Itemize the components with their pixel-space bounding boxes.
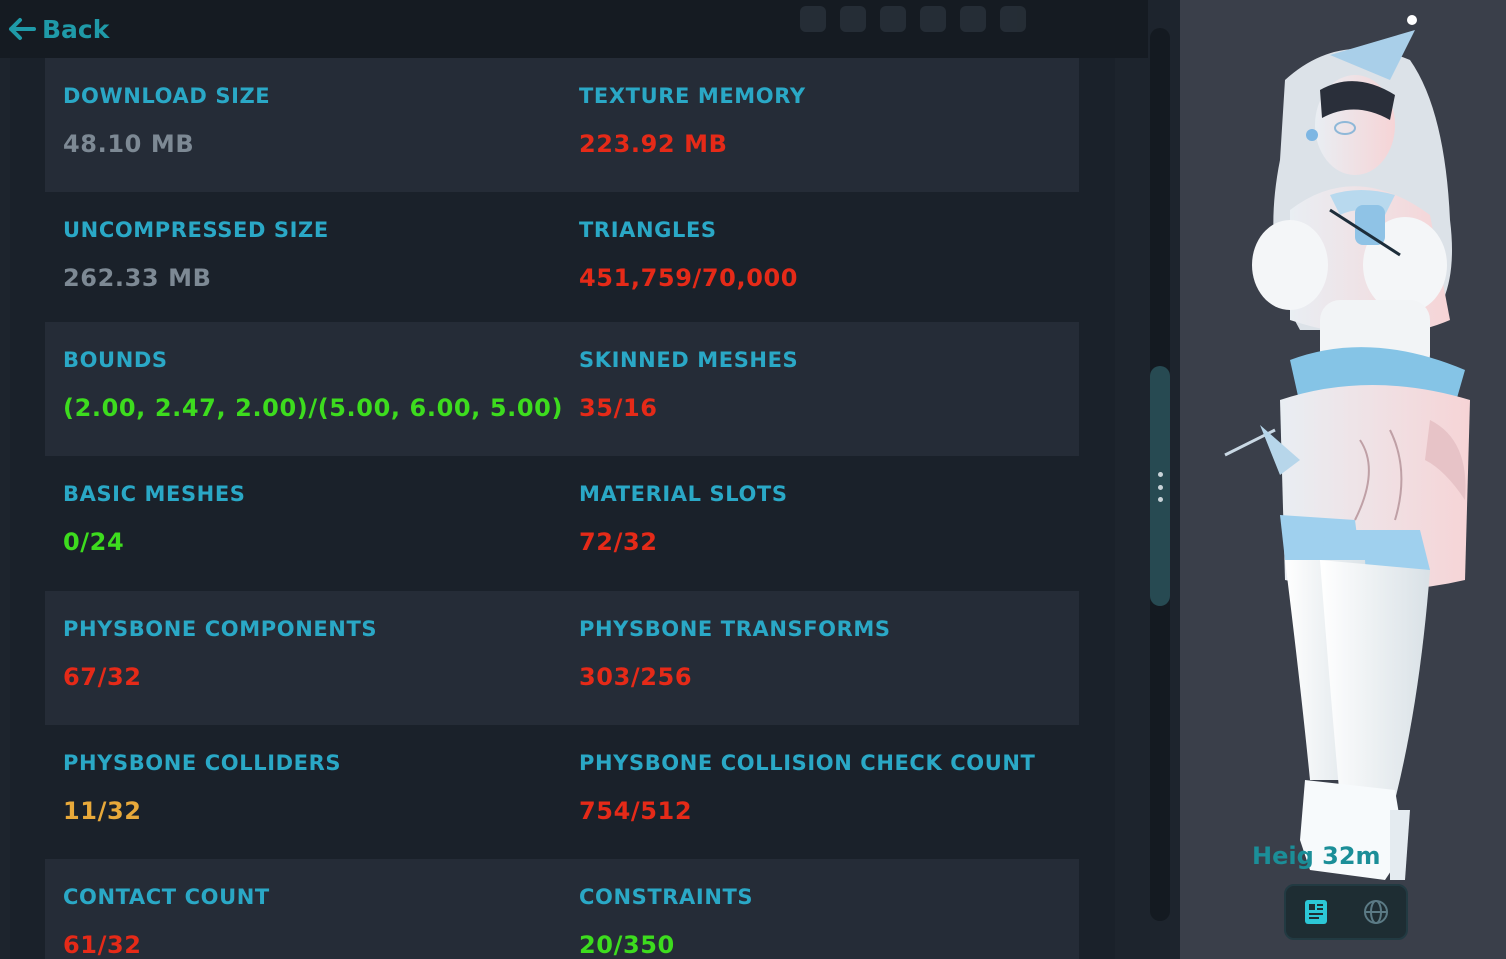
stat-value: 754/512 (579, 797, 693, 825)
avatar-card-button[interactable] (1299, 895, 1333, 929)
stat-label: SKINNED MESHES (579, 348, 799, 372)
stat-label: PHYSBONE TRANSFORMS (579, 617, 891, 641)
stat-basic-meshes: BASIC MESHES 0/24 (63, 456, 563, 590)
stat-label: PHYSBONE COLLISION CHECK COUNT (579, 751, 1036, 775)
stat-row: BOUNDS (2.00, 2.47, 2.00)/(5.00, 6.00, 5… (45, 322, 1079, 456)
stat-constraints: CONSTRAINTS 20/350 (579, 859, 1069, 959)
arrow-left-icon (9, 18, 36, 40)
stat-label: CONSTRAINTS (579, 885, 754, 909)
circle-icon (1000, 6, 1026, 32)
stat-bounds: BOUNDS (2.00, 2.47, 2.00)/(5.00, 6.00, 5… (63, 322, 563, 456)
handle-dot (1157, 472, 1163, 477)
stat-triangles: TRIANGLES 451,759/70,000 (579, 192, 1069, 326)
stat-value: 20/350 (579, 931, 675, 959)
clipboard-icon (880, 6, 906, 32)
stat-value: 11/32 (63, 797, 142, 825)
globe-icon (1364, 900, 1388, 924)
avatar-height-label: Heig 32m (1252, 842, 1381, 870)
handle-dot (1157, 484, 1163, 490)
stat-label: DOWNLOAD SIZE (63, 84, 271, 108)
stat-physbone-components: PHYSBONE COMPONENTS 67/32 (63, 591, 563, 725)
avatar-card-icon (1305, 900, 1327, 924)
stat-value: 67/32 (63, 663, 142, 691)
stat-value: 72/32 (579, 528, 658, 556)
drag-handle[interactable] (1156, 472, 1164, 502)
stat-label: TRIANGLES (579, 218, 717, 242)
stat-value: 303/256 (579, 663, 693, 691)
stat-value: 223.92 MB (579, 130, 728, 158)
stat-value: 0/24 (63, 528, 125, 556)
stat-row: UNCOMPRESSED SIZE 262.33 MB TRIANGLES 45… (45, 192, 1079, 326)
stat-label: PHYSBONE COMPONENTS (63, 617, 378, 641)
avatar-preview-pane: Heig 32m (1180, 0, 1506, 959)
stat-row: BASIC MESHES 0/24 MATERIAL SLOTS 72/32 (45, 456, 1079, 590)
stat-row: DOWNLOAD SIZE 48.10 MB TEXTURE MEMORY 22… (45, 58, 1079, 192)
world-view-button[interactable] (1359, 895, 1393, 929)
search-icon (800, 6, 826, 32)
box-icon (920, 6, 946, 32)
stat-label: PHYSBONE COLLIDERS (63, 751, 342, 775)
stat-row: PHYSBONE COMPONENTS 67/32 PHYSBONE TRANS… (45, 591, 1079, 725)
stat-label: TEXTURE MEMORY (579, 84, 806, 108)
stat-physbone-transforms: PHYSBONE TRANSFORMS 303/256 (579, 591, 1069, 725)
stat-label: MATERIAL SLOTS (579, 482, 788, 506)
stat-skinned-meshes: SKINNED MESHES 35/16 (579, 322, 1069, 456)
stat-value: 262.33 MB (63, 264, 212, 292)
background-toolbar (800, 6, 1026, 32)
stat-label: BOUNDS (63, 348, 168, 372)
stat-physbone-collision-check-count: PHYSBONE COLLISION CHECK COUNT 754/512 (579, 725, 1069, 859)
stat-physbone-colliders: PHYSBONE COLLIDERS 11/32 (63, 725, 563, 859)
stat-label: CONTACT COUNT (63, 885, 270, 909)
stat-value: 35/16 (579, 394, 658, 422)
stats-pane: Back DOWNLOAD SIZE 48.10 MB TEXTURE MEMO… (0, 0, 1180, 959)
stat-value: 61/32 (63, 931, 142, 959)
stack-icon (840, 6, 866, 32)
stat-material-slots: MATERIAL SLOTS 72/32 (579, 456, 1069, 590)
stat-row: PHYSBONE COLLIDERS 11/32 PHYSBONE COLLIS… (45, 725, 1079, 859)
avatar-preview[interactable] (1180, 0, 1506, 959)
stat-download-size: DOWNLOAD SIZE 48.10 MB (63, 58, 563, 192)
top-bar: Back (0, 0, 1148, 58)
stat-value: (2.00, 2.47, 2.00)/(5.00, 6.00, 5.00) (63, 394, 564, 422)
stat-uncompressed-size: UNCOMPRESSED SIZE 262.33 MB (63, 192, 563, 326)
shield-icon (960, 6, 986, 32)
stat-value: 48.10 MB (63, 130, 195, 158)
stat-value: 451,759/70,000 (579, 264, 799, 292)
performance-stats-panel: DOWNLOAD SIZE 48.10 MB TEXTURE MEMORY 22… (10, 58, 1115, 959)
stat-row: CONTACT COUNT 61/32 CONSTRAINTS 20/350 (45, 859, 1079, 959)
stat-label: UNCOMPRESSED SIZE (63, 218, 329, 242)
stat-label: BASIC MESHES (63, 482, 246, 506)
stat-texture-memory: TEXTURE MEMORY 223.92 MB (579, 58, 1069, 192)
preview-view-toggle (1284, 884, 1408, 940)
back-label: Back (42, 14, 110, 44)
handle-dot (1157, 497, 1163, 502)
stat-contact-count: CONTACT COUNT 61/32 (63, 859, 563, 959)
back-button[interactable]: Back (8, 12, 109, 46)
